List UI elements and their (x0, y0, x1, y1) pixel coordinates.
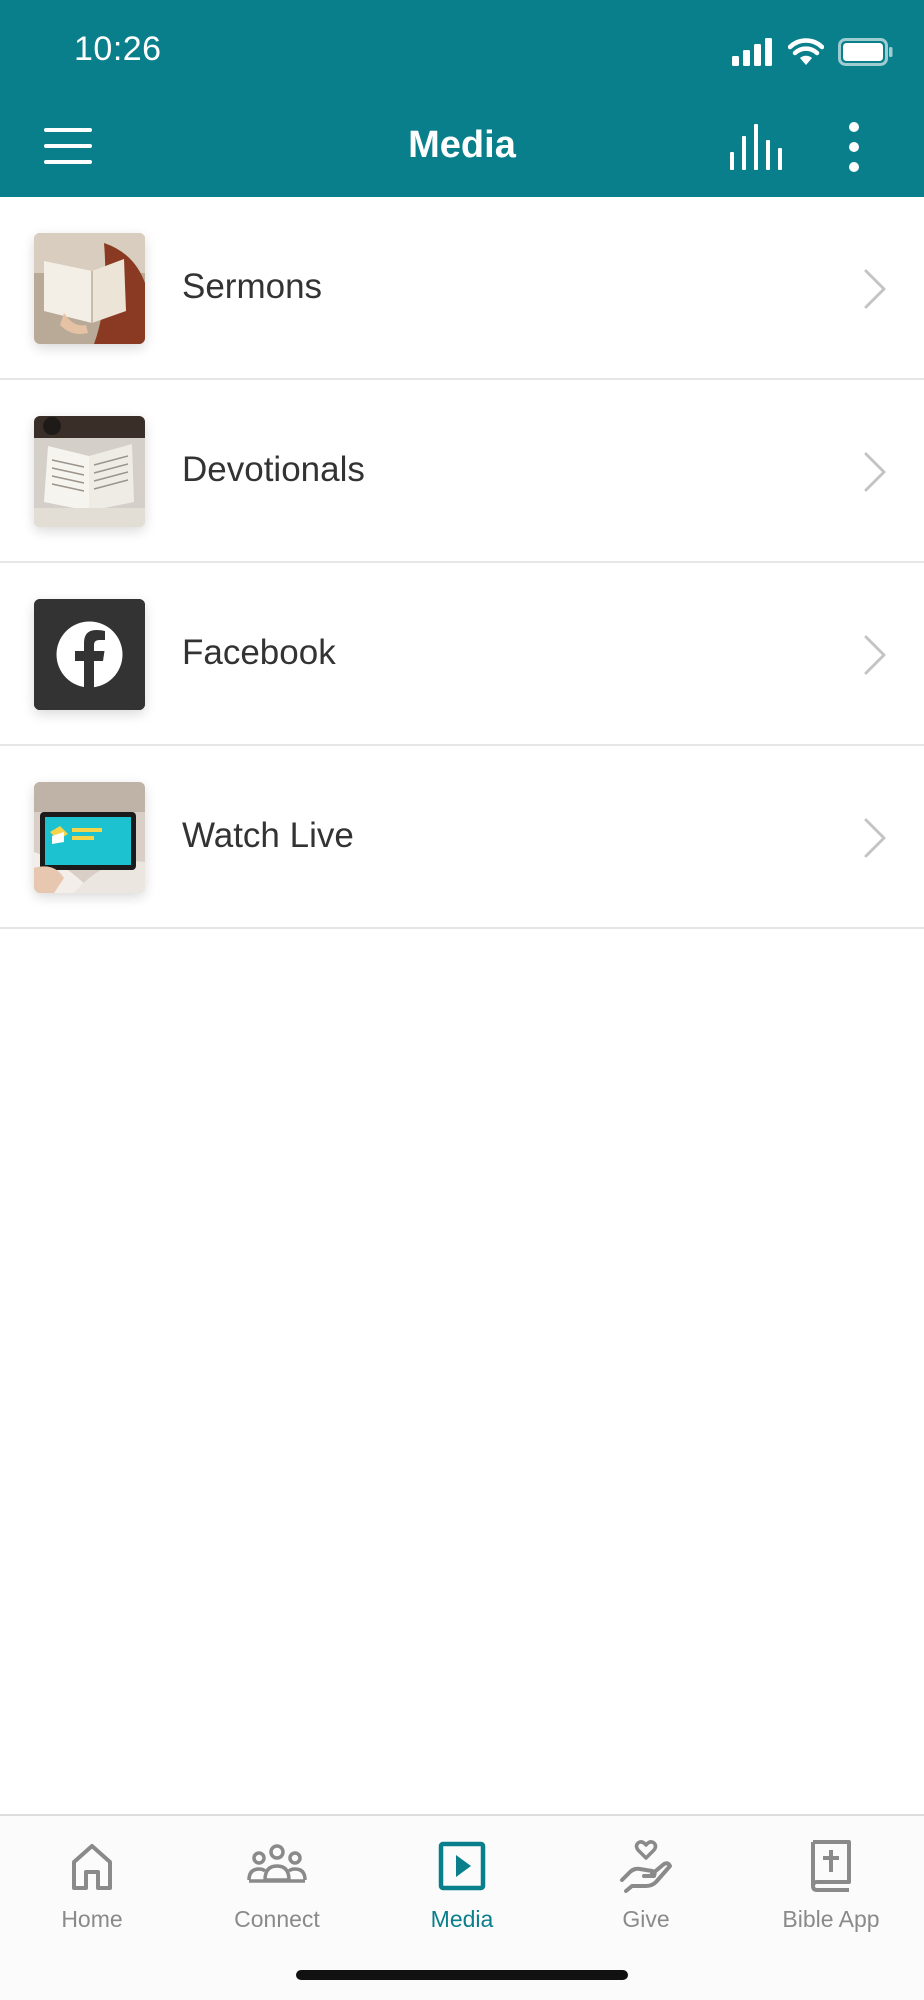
chevron-right-icon (864, 635, 886, 675)
list-item-label: Watch Live (182, 816, 354, 855)
give-hand-icon (620, 1840, 672, 1893)
nav-give[interactable]: Give (554, 1836, 738, 1946)
chevron-right-icon (864, 269, 886, 309)
media-list: Sermons Devotionals Facebook Watch Live (0, 197, 924, 929)
watch-live-thumbnail (34, 782, 145, 893)
status-icons (732, 36, 894, 68)
signal-icon (732, 38, 772, 66)
play-icon (438, 1841, 486, 1891)
devotionals-thumbnail (34, 416, 145, 527)
facebook-icon (34, 599, 145, 710)
wifi-icon (788, 38, 824, 65)
list-item-facebook[interactable]: Facebook (0, 563, 924, 746)
status-bar: 10:26 (0, 0, 924, 100)
home-icon (72, 1844, 112, 1890)
nav-label: Connect (234, 1906, 320, 1932)
list-item-watch-live[interactable]: Watch Live (0, 746, 924, 929)
home-indicator (296, 1970, 628, 1980)
nav-label: Bible App (782, 1906, 880, 1932)
list-item-label: Facebook (182, 633, 336, 672)
battery-icon (838, 38, 893, 66)
nav-home[interactable]: Home (0, 1836, 184, 1946)
nav-connect[interactable]: Connect (185, 1836, 369, 1946)
nav-media[interactable]: Media (370, 1836, 554, 1946)
nav-bible-app[interactable]: Bible App (739, 1836, 923, 1946)
bible-icon (811, 1840, 851, 1892)
app-bar: 10:26 Media (0, 0, 924, 197)
people-icon (247, 1844, 307, 1883)
more-vertical-icon[interactable] (846, 122, 862, 172)
sermons-thumbnail (34, 233, 145, 344)
chevron-right-icon (864, 452, 886, 492)
list-item-label: Sermons (182, 267, 323, 306)
chevron-right-icon (864, 818, 886, 858)
nav-label: Media (430, 1906, 494, 1932)
nav-label: Give (622, 1906, 670, 1932)
status-time: 10:26 (74, 30, 162, 68)
audio-bars-icon[interactable] (728, 124, 782, 170)
list-item-devotionals[interactable]: Devotionals (0, 380, 924, 563)
page-title: Media (408, 124, 516, 166)
list-item-label: Devotionals (182, 450, 365, 489)
nav-label: Home (61, 1906, 123, 1932)
list-item-sermons[interactable]: Sermons (0, 197, 924, 380)
